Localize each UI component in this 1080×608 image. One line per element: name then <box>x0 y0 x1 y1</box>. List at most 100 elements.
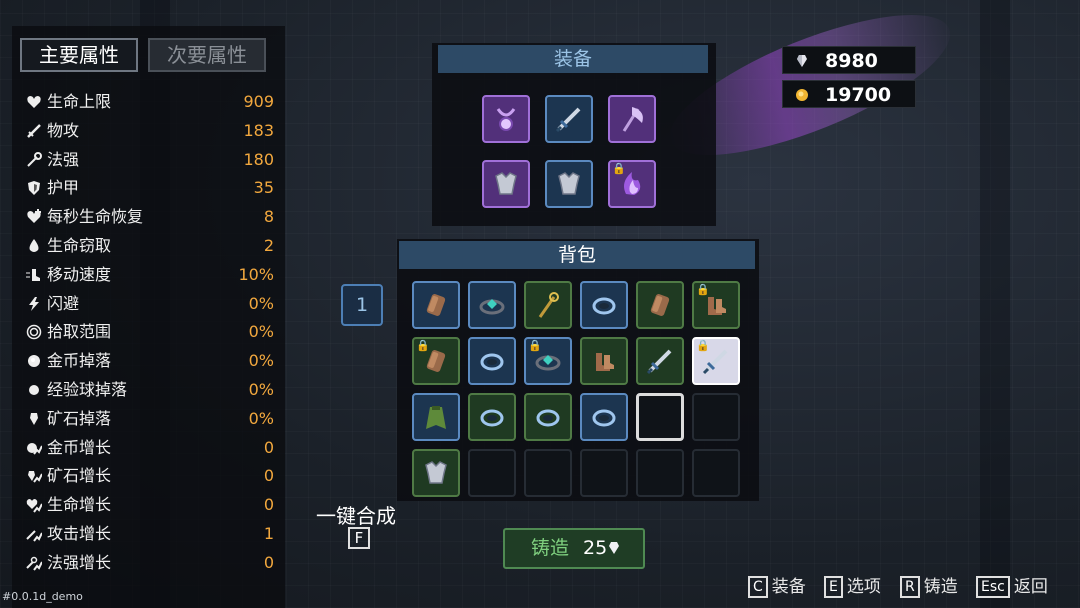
stat-row: 护甲 35 <box>26 176 274 200</box>
ring-target-icon <box>26 325 42 340</box>
hint-key: E <box>824 576 843 598</box>
gold-counter: 19700 <box>782 80 916 108</box>
stat-row: 法强 180 <box>26 148 274 172</box>
stat-row: 生命上限 909 <box>26 90 274 114</box>
armor-icon <box>558 172 580 195</box>
ring-icon <box>480 353 504 371</box>
stat-name: 矿石增长 <box>47 466 112 486</box>
craft-all-label[interactable]: 一键合成 <box>316 500 396 529</box>
bag-slot[interactable] <box>468 281 516 329</box>
lock-icon: 🔒 <box>696 283 710 296</box>
lock-icon: 🔒 <box>612 162 626 175</box>
tab-primary-stats[interactable]: 主要属性 <box>20 38 138 72</box>
hint-back[interactable]: Esc 返回 <box>976 574 1048 600</box>
stat-name: 攻击增长 <box>47 524 112 543</box>
coin-icon <box>28 355 40 368</box>
ring-icon <box>592 409 616 427</box>
heart-icon <box>27 96 41 108</box>
attack-growth-icon <box>26 530 42 542</box>
stat-value: 0% <box>248 322 274 342</box>
gold-count: 19700 <box>825 84 892 106</box>
bag-slot[interactable] <box>636 449 684 497</box>
hint-options[interactable]: E 选项 <box>824 574 881 600</box>
stat-name: 闪避 <box>47 293 80 313</box>
hint-label: 铸造 <box>923 577 958 597</box>
bag-slot[interactable] <box>524 393 572 441</box>
bag-slot[interactable]: 🔒 <box>412 337 460 385</box>
stat-value: 0 <box>263 466 274 486</box>
blood-drop-icon <box>29 239 39 252</box>
ore-icon <box>30 412 38 425</box>
armor-icon <box>425 461 447 484</box>
key-hints: C 装备 E 选项 R 铸造 Esc 返回 <box>748 574 1068 600</box>
bag-slot[interactable] <box>468 337 516 385</box>
stat-row: 金币增长 0 <box>26 436 274 460</box>
bag-page-button[interactable]: 1 <box>341 284 383 326</box>
equipment-slot[interactable]: 🔒 <box>608 160 656 208</box>
equipment-panel: 装备 🔒 <box>432 43 716 226</box>
bag-slot[interactable]: 🔒 <box>524 337 572 385</box>
hint-key: R <box>900 576 920 598</box>
bracer-icon <box>650 294 670 316</box>
stat-name: 移动速度 <box>47 264 112 284</box>
equipment-slot[interactable] <box>608 95 656 143</box>
bag-slot[interactable] <box>636 337 684 385</box>
bag-slot[interactable] <box>468 393 516 441</box>
bag-slot[interactable] <box>412 449 460 497</box>
stat-row: 金币掉落 0% <box>26 349 274 373</box>
craft-all-key: F <box>348 527 370 549</box>
sword-icon <box>646 349 672 375</box>
life-growth-icon <box>26 499 42 513</box>
equipment-slot[interactable] <box>545 160 593 208</box>
bag-slot[interactable] <box>412 393 460 441</box>
boot-speed-icon <box>26 268 40 281</box>
bag-slot[interactable] <box>636 281 684 329</box>
hint-key: Esc <box>976 576 1010 598</box>
stat-value: 35 <box>253 178 274 198</box>
stat-name: 矿石掉落 <box>47 408 112 428</box>
gem-ring-icon <box>479 299 505 315</box>
bag-slot[interactable] <box>524 449 572 497</box>
forge-button[interactable]: 铸造 25 <box>503 528 645 569</box>
gold-coin-icon <box>796 89 808 101</box>
bag-slot[interactable] <box>580 393 628 441</box>
bracer-icon <box>426 294 446 316</box>
stat-row: 法强增长 0 <box>26 551 274 575</box>
stat-name: 金币掉落 <box>47 351 112 371</box>
stat-value: 0% <box>248 408 274 428</box>
bag-slot[interactable]: 🔒 <box>692 337 740 385</box>
stat-row: 闪避 0% <box>26 292 274 316</box>
equipment-slot[interactable] <box>545 95 593 143</box>
equipment-slot[interactable] <box>482 95 530 143</box>
bag-slot[interactable] <box>412 281 460 329</box>
stat-value: 0% <box>248 293 274 313</box>
bag-slot[interactable] <box>692 393 740 441</box>
bag-slot[interactable] <box>468 449 516 497</box>
stat-row: 矿石增长 0 <box>26 464 274 488</box>
hint-forge[interactable]: R 铸造 <box>900 574 958 600</box>
tab-secondary-stats[interactable]: 次要属性 <box>148 38 266 72</box>
bag-slot[interactable]: 🔒 <box>692 281 740 329</box>
amulet-icon <box>496 108 516 131</box>
equipment-slot[interactable] <box>482 160 530 208</box>
bag-slot[interactable] <box>580 337 628 385</box>
stat-value: 180 <box>243 149 274 169</box>
stats-panel: 主要属性 次要属性 生命上限 909 物攻 183 法强 180 护甲 35 每秒生命恢复 8 生命… <box>12 26 285 608</box>
bag-slot[interactable] <box>580 449 628 497</box>
stat-name: 法强 <box>47 149 80 169</box>
stat-name: 每秒生命恢复 <box>47 207 144 227</box>
lightning-icon <box>29 296 39 311</box>
bag-slot[interactable] <box>692 449 740 497</box>
stat-name: 物攻 <box>47 120 80 140</box>
stat-value: 10% <box>238 264 274 284</box>
bag-slot[interactable] <box>636 393 684 441</box>
stat-row: 生命窃取 2 <box>26 234 274 258</box>
crystal-icon <box>797 55 807 67</box>
stat-name: 生命窃取 <box>47 236 112 255</box>
hint-equip[interactable]: C 装备 <box>748 574 806 600</box>
stat-name: 经验球掉落 <box>47 380 128 399</box>
forge-cost: 25 <box>583 537 608 559</box>
bag-slot[interactable] <box>524 281 572 329</box>
stat-row: 物攻 183 <box>26 119 274 143</box>
bag-slot[interactable] <box>580 281 628 329</box>
